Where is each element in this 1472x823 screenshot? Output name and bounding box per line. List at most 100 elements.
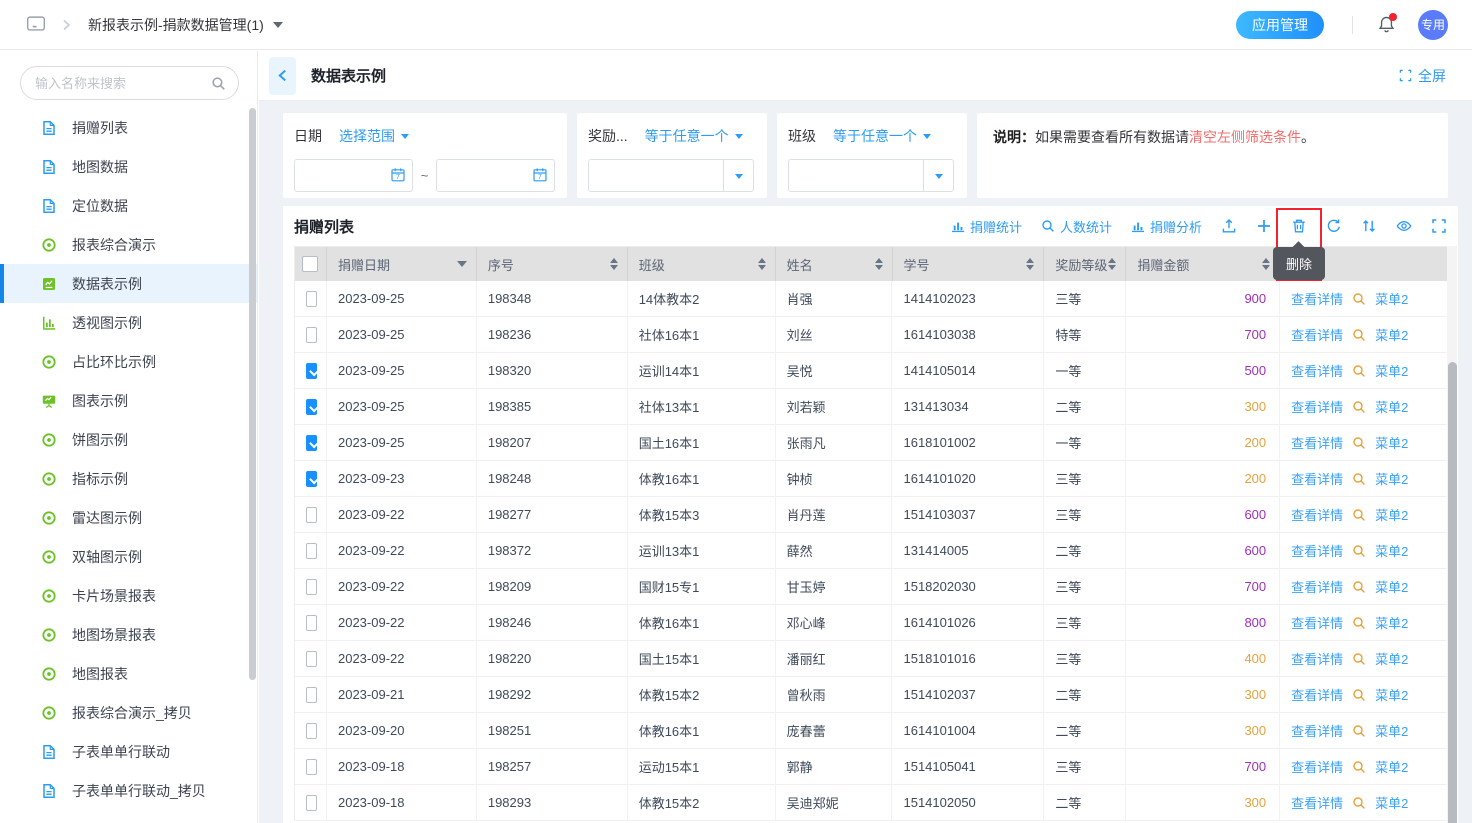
toolbar-link[interactable]: 人数统计	[1041, 217, 1112, 236]
menu2-link[interactable]: 菜单2	[1375, 505, 1408, 524]
sort-icon[interactable]	[1262, 254, 1270, 274]
sidebar-item[interactable]: 子表单单行联动	[0, 732, 257, 771]
table-scrollbar-thumb[interactable]	[1448, 362, 1457, 823]
magnifier-icon[interactable]	[1352, 760, 1366, 774]
app-manage-button[interactable]: 应用管理	[1236, 11, 1324, 39]
sidebar-item[interactable]: 数据表示例	[0, 264, 257, 303]
magnifier-icon[interactable]	[1352, 472, 1366, 486]
row-checkbox[interactable]	[306, 435, 317, 451]
magnifier-icon[interactable]	[1352, 400, 1366, 414]
magnifier-icon[interactable]	[1352, 616, 1366, 630]
sidebar-item[interactable]: 地图场景报表	[0, 615, 257, 654]
refresh-icon-button[interactable]	[1326, 218, 1342, 234]
menu2-link[interactable]: 菜单2	[1375, 649, 1408, 668]
view-detail-link[interactable]: 查看详情	[1291, 577, 1343, 596]
view-detail-link[interactable]: 查看详情	[1291, 649, 1343, 668]
sidebar-item[interactable]: 地图数据	[0, 147, 257, 186]
menu2-link[interactable]: 菜单2	[1375, 613, 1408, 632]
magnifier-icon[interactable]	[1352, 544, 1366, 558]
sort-icon[interactable]	[610, 254, 618, 274]
menu2-link[interactable]: 菜单2	[1375, 289, 1408, 308]
fullscreen-icon-button[interactable]	[1431, 218, 1447, 234]
sort-icon[interactable]	[1026, 254, 1034, 274]
view-detail-link[interactable]: 查看详情	[1291, 433, 1343, 452]
clear-filters-link[interactable]: 清空左侧筛选条件	[1189, 129, 1301, 145]
menu2-link[interactable]: 菜单2	[1375, 433, 1408, 452]
toolbar-link[interactable]: 捐赠统计	[951, 217, 1022, 236]
row-checkbox[interactable]	[306, 507, 317, 523]
filter-caret-icon[interactable]	[457, 261, 467, 272]
sidebar-item[interactable]: 报表综合演示	[0, 225, 257, 264]
select-all-checkbox[interactable]	[302, 256, 318, 272]
view-detail-link[interactable]: 查看详情	[1291, 397, 1343, 416]
menu2-link[interactable]: 菜单2	[1375, 541, 1408, 560]
date-operator-dropdown[interactable]: 选择范围	[339, 126, 409, 146]
calendar-icon[interactable]: 7	[532, 167, 548, 188]
row-checkbox[interactable]	[306, 795, 317, 811]
row-checkbox[interactable]	[306, 579, 317, 595]
magnifier-icon[interactable]	[1352, 724, 1366, 738]
search-input[interactable]	[35, 76, 211, 91]
class-select[interactable]	[788, 159, 954, 192]
sidebar-scrollbar[interactable]	[249, 108, 256, 680]
column-header[interactable]: 班级	[628, 247, 776, 281]
sidebar-item[interactable]: 地图报表	[0, 654, 257, 693]
eye-icon-button[interactable]	[1396, 218, 1412, 234]
column-header[interactable]: 奖励等级	[1044, 247, 1126, 281]
notification-bell-icon[interactable]	[1377, 15, 1396, 34]
view-detail-link[interactable]: 查看详情	[1291, 793, 1343, 812]
magnifier-icon[interactable]	[1352, 796, 1366, 810]
sidebar-item[interactable]: 雷达图示例	[0, 498, 257, 537]
sidebar-item[interactable]: 透视图示例	[0, 303, 257, 342]
sidebar-item[interactable]: 图表示例	[0, 381, 257, 420]
sidebar-item[interactable]: 饼图示例	[0, 420, 257, 459]
magnifier-icon[interactable]	[1352, 364, 1366, 378]
row-checkbox[interactable]	[306, 543, 317, 559]
magnifier-icon[interactable]	[1352, 292, 1366, 306]
class-operator-dropdown[interactable]: 等于任意一个	[833, 126, 931, 146]
menu2-link[interactable]: 菜单2	[1375, 325, 1408, 344]
column-header[interactable]: 序号	[477, 247, 628, 281]
row-checkbox[interactable]	[306, 687, 317, 703]
row-checkbox[interactable]	[306, 327, 317, 343]
search-icon[interactable]	[211, 76, 226, 91]
sidebar-item[interactable]: 定位数据	[0, 186, 257, 225]
view-detail-link[interactable]: 查看详情	[1291, 469, 1343, 488]
plus-icon-button[interactable]	[1256, 218, 1272, 234]
sort-icon[interactable]	[758, 254, 766, 274]
export-icon-button[interactable]	[1221, 218, 1237, 234]
menu2-link[interactable]: 菜单2	[1375, 469, 1408, 488]
view-detail-link[interactable]: 查看详情	[1291, 289, 1343, 308]
menu2-link[interactable]: 菜单2	[1375, 721, 1408, 740]
row-checkbox[interactable]	[306, 291, 317, 307]
magnifier-icon[interactable]	[1352, 328, 1366, 342]
sort-icon-button[interactable]	[1361, 218, 1377, 234]
avatar[interactable]: 专用	[1418, 10, 1448, 40]
menu2-link[interactable]: 菜单2	[1375, 577, 1408, 596]
trash-icon-button[interactable]	[1291, 218, 1307, 234]
chevron-down-icon[interactable]	[723, 160, 753, 191]
sort-icon[interactable]	[875, 254, 883, 274]
row-checkbox[interactable]	[306, 651, 317, 667]
view-detail-link[interactable]: 查看详情	[1291, 325, 1343, 344]
menu2-link[interactable]: 菜单2	[1375, 757, 1408, 776]
magnifier-icon[interactable]	[1352, 508, 1366, 522]
view-detail-link[interactable]: 查看详情	[1291, 757, 1343, 776]
toolbar-link[interactable]: 捐赠分析	[1131, 217, 1202, 236]
row-checkbox[interactable]	[306, 399, 317, 415]
magnifier-icon[interactable]	[1352, 436, 1366, 450]
magnifier-icon[interactable]	[1352, 688, 1366, 702]
row-checkbox[interactable]	[306, 723, 317, 739]
column-header[interactable]: 姓名	[776, 247, 893, 281]
sort-icon[interactable]	[1108, 254, 1116, 274]
sidebar-item[interactable]: 子表单单行联动_拷贝	[0, 771, 257, 810]
back-button[interactable]	[269, 57, 296, 95]
column-header[interactable]: 学号	[893, 247, 1045, 281]
window-icon[interactable]	[26, 16, 46, 33]
row-checkbox[interactable]	[306, 615, 317, 631]
chevron-down-icon[interactable]	[923, 160, 953, 191]
sidebar-item[interactable]: 卡片场景报表	[0, 576, 257, 615]
menu2-link[interactable]: 菜单2	[1375, 793, 1408, 812]
column-header[interactable]: 捐赠金额	[1126, 247, 1280, 281]
sidebar-item[interactable]: 报表综合演示_拷贝	[0, 693, 257, 732]
